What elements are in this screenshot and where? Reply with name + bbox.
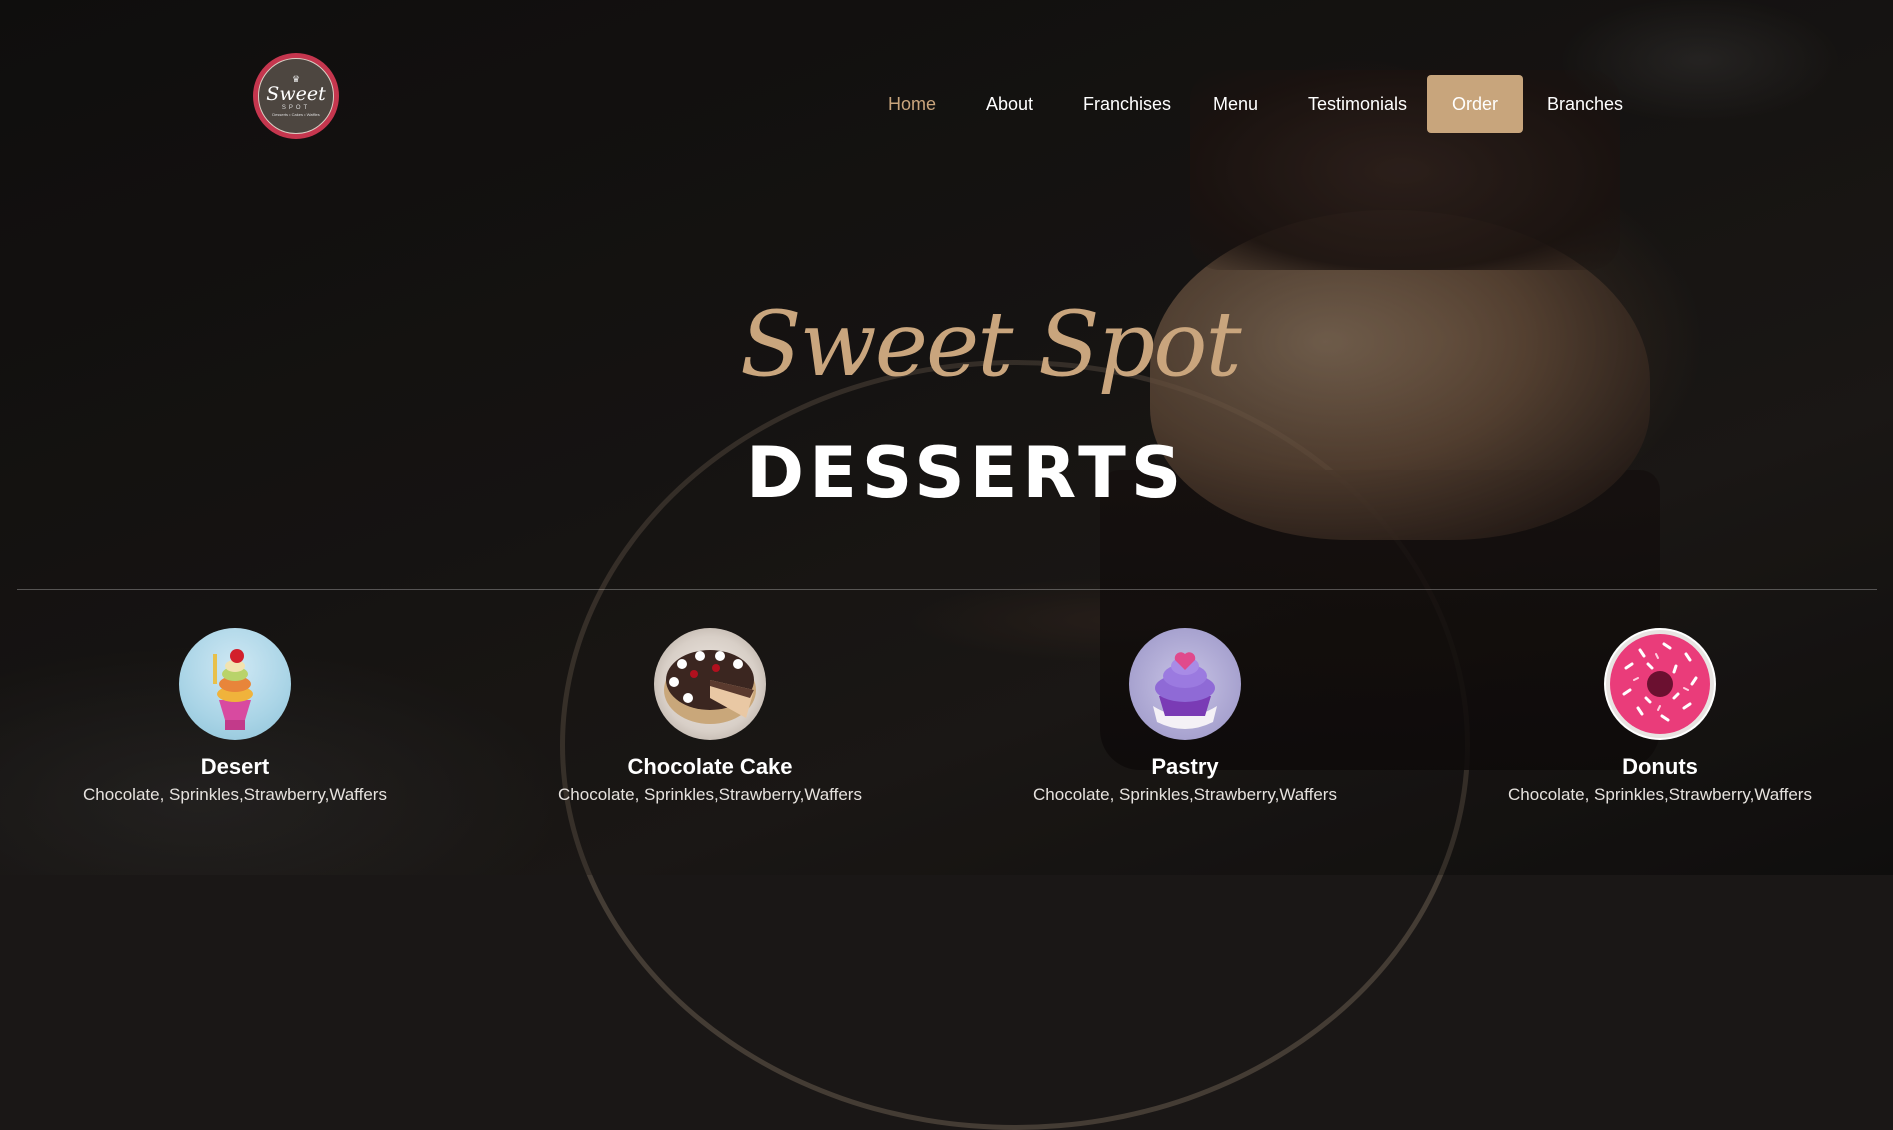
- donut-image: [1604, 628, 1716, 740]
- logo-badge: ♛ Sweet SPOT Desserts • Cakes • Waffles: [258, 58, 334, 134]
- category-desc: Chocolate, Sprinkles,Strawberry,Waffers: [83, 785, 387, 804]
- category-desc: Chocolate, Sprinkles,Strawberry,Waffers: [1508, 785, 1812, 804]
- category-name: Chocolate Cake: [627, 754, 793, 779]
- category-pastry[interactable]: Pastry Chocolate, Sprinkles,Strawberry,W…: [1005, 628, 1365, 806]
- chocolate-cake-image: [654, 628, 766, 740]
- cupcake-image: [1129, 628, 1241, 740]
- logo-word: Sweet: [266, 82, 326, 105]
- category-name: Pastry: [1151, 754, 1219, 779]
- category-desc: Chocolate, Sprinkles,Strawberry,Waffers: [1033, 785, 1337, 804]
- category-desc: Chocolate, Sprinkles,Strawberry,Waffers: [558, 785, 862, 804]
- category-name: Donuts: [1622, 754, 1698, 779]
- category-desert[interactable]: Desert Chocolate, Sprinkles,Strawberry,W…: [55, 628, 415, 806]
- nav-branches[interactable]: Branches: [1547, 75, 1623, 133]
- logo-sub: SPOT: [281, 104, 311, 111]
- hero-script-title: Sweet Spot: [740, 292, 1242, 397]
- section-divider: [17, 589, 1877, 590]
- category-chocolate-cake[interactable]: Chocolate Cake Chocolate, Sprinkles,Stra…: [530, 628, 890, 806]
- nav-menu[interactable]: Menu: [1213, 75, 1258, 133]
- parfait-image: [179, 628, 291, 740]
- hero-title: DESSERTS: [746, 432, 1187, 514]
- nav-about[interactable]: About: [986, 75, 1033, 133]
- category-name: Desert: [200, 754, 270, 779]
- nav-home[interactable]: Home: [888, 75, 936, 133]
- site-logo[interactable]: ♛ Sweet SPOT Desserts • Cakes • Waffles: [253, 53, 339, 139]
- logo-tagline: Desserts • Cakes • Waffles: [272, 111, 320, 117]
- nav-order-button[interactable]: Order: [1427, 75, 1524, 133]
- category-donuts[interactable]: Donuts Chocolate, Sprinkles,Strawberry,W…: [1480, 628, 1840, 806]
- nav-testimonials[interactable]: Testimonials: [1308, 75, 1407, 133]
- nav-franchises[interactable]: Franchises: [1083, 75, 1171, 133]
